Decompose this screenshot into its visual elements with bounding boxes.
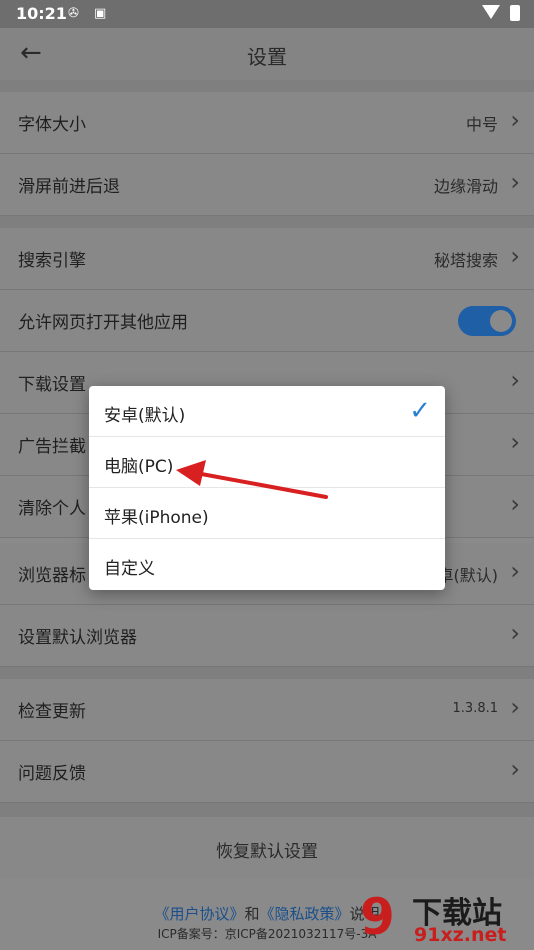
- setting-label: 设置默认浏览器: [18, 628, 137, 648]
- footer-and: 和: [244, 905, 260, 923]
- chevron-right-icon: ›: [510, 428, 520, 456]
- app-bar: ← 设置: [0, 28, 534, 80]
- menu-item-label: 自定义: [104, 559, 155, 579]
- a-icon: ▣: [94, 6, 107, 21]
- menu-item-iphone[interactable]: 苹果(iPhone): [89, 488, 445, 539]
- toggle-knob: [490, 310, 512, 332]
- restore-default-label: 恢复默认设置: [216, 842, 318, 862]
- setting-feedback[interactable]: 问题反馈 ›: [0, 741, 534, 803]
- watermark-logo: 9 下载站 91xz.net: [360, 888, 530, 948]
- chevron-right-icon: ›: [510, 242, 520, 270]
- wifi-icon: [482, 5, 500, 19]
- section-divider: [0, 216, 534, 228]
- setting-label: 广告拦截: [18, 437, 86, 457]
- setting-label: 字体大小: [18, 115, 86, 135]
- status-bar: 10:21 ✇ ▣: [0, 0, 534, 28]
- chevron-right-icon: ›: [510, 366, 520, 394]
- menu-item-pc[interactable]: 电脑(PC): [89, 437, 445, 488]
- chevron-right-icon: ›: [510, 619, 520, 647]
- ua-dropdown-menu: 安卓(默认) ✓ 电脑(PC) 苹果(iPhone) 自定义: [89, 386, 445, 590]
- section-divider: [0, 667, 534, 679]
- menu-item-label: 苹果(iPhone): [104, 508, 209, 528]
- setting-label: 检查更新: [18, 702, 86, 722]
- setting-allow-open-apps: 允许网页打开其他应用: [0, 290, 534, 352]
- setting-label: 浏览器标: [18, 566, 86, 586]
- chevron-right-icon: ›: [510, 168, 520, 196]
- section-divider: [0, 80, 534, 92]
- setting-label: 下载设置: [18, 375, 86, 395]
- sync-icon: ✇: [68, 6, 79, 21]
- menu-item-custom[interactable]: 自定义: [89, 539, 445, 590]
- version-value: 1.3.8.1: [452, 701, 498, 716]
- setting-label: 清除个人: [18, 499, 86, 519]
- chevron-right-icon: ›: [510, 755, 520, 783]
- chevron-right-icon: ›: [510, 490, 520, 518]
- menu-item-label: 电脑(PC): [104, 457, 174, 477]
- privacy-policy-link[interactable]: 《隐私政策》: [260, 905, 350, 923]
- setting-default-browser[interactable]: 设置默认浏览器 ›: [0, 605, 534, 667]
- battery-icon: [510, 5, 520, 21]
- menu-item-android[interactable]: 安卓(默认) ✓: [89, 386, 445, 437]
- setting-label: 允许网页打开其他应用: [18, 313, 188, 333]
- setting-check-update[interactable]: 检查更新 1.3.8.1 ›: [0, 679, 534, 741]
- setting-label: 滑屏前进后退: [18, 177, 120, 197]
- user-agreement-link[interactable]: 《用户协议》: [154, 905, 244, 923]
- watermark-mark: 9: [360, 888, 395, 946]
- setting-swipe-nav[interactable]: 滑屏前进后退 边缘滑动 ›: [0, 154, 534, 216]
- setting-search-engine[interactable]: 搜索引擎 秘塔搜索 ›: [0, 228, 534, 290]
- setting-label: 搜索引擎: [18, 251, 86, 271]
- setting-label: 问题反馈: [18, 764, 86, 784]
- watermark-domain: 91xz.net: [414, 924, 507, 946]
- section-divider: [0, 803, 534, 817]
- setting-font-size[interactable]: 字体大小 中号 ›: [0, 92, 534, 154]
- status-time: 10:21: [16, 4, 67, 23]
- chevron-right-icon: ›: [510, 557, 520, 585]
- restore-default-button[interactable]: 恢复默认设置: [0, 817, 534, 879]
- checkmark-icon: ✓: [409, 396, 431, 426]
- setting-value: 中号: [465, 115, 498, 134]
- setting-value: 边缘滑动: [433, 177, 498, 196]
- setting-value: 卓(默认): [437, 566, 499, 585]
- menu-item-label: 安卓(默认): [104, 406, 186, 426]
- page-title: 设置: [247, 45, 287, 69]
- chevron-right-icon: ›: [510, 693, 520, 721]
- setting-value: 秘塔搜索: [433, 251, 498, 270]
- chevron-right-icon: ›: [510, 106, 520, 134]
- allow-open-apps-toggle[interactable]: [458, 306, 516, 336]
